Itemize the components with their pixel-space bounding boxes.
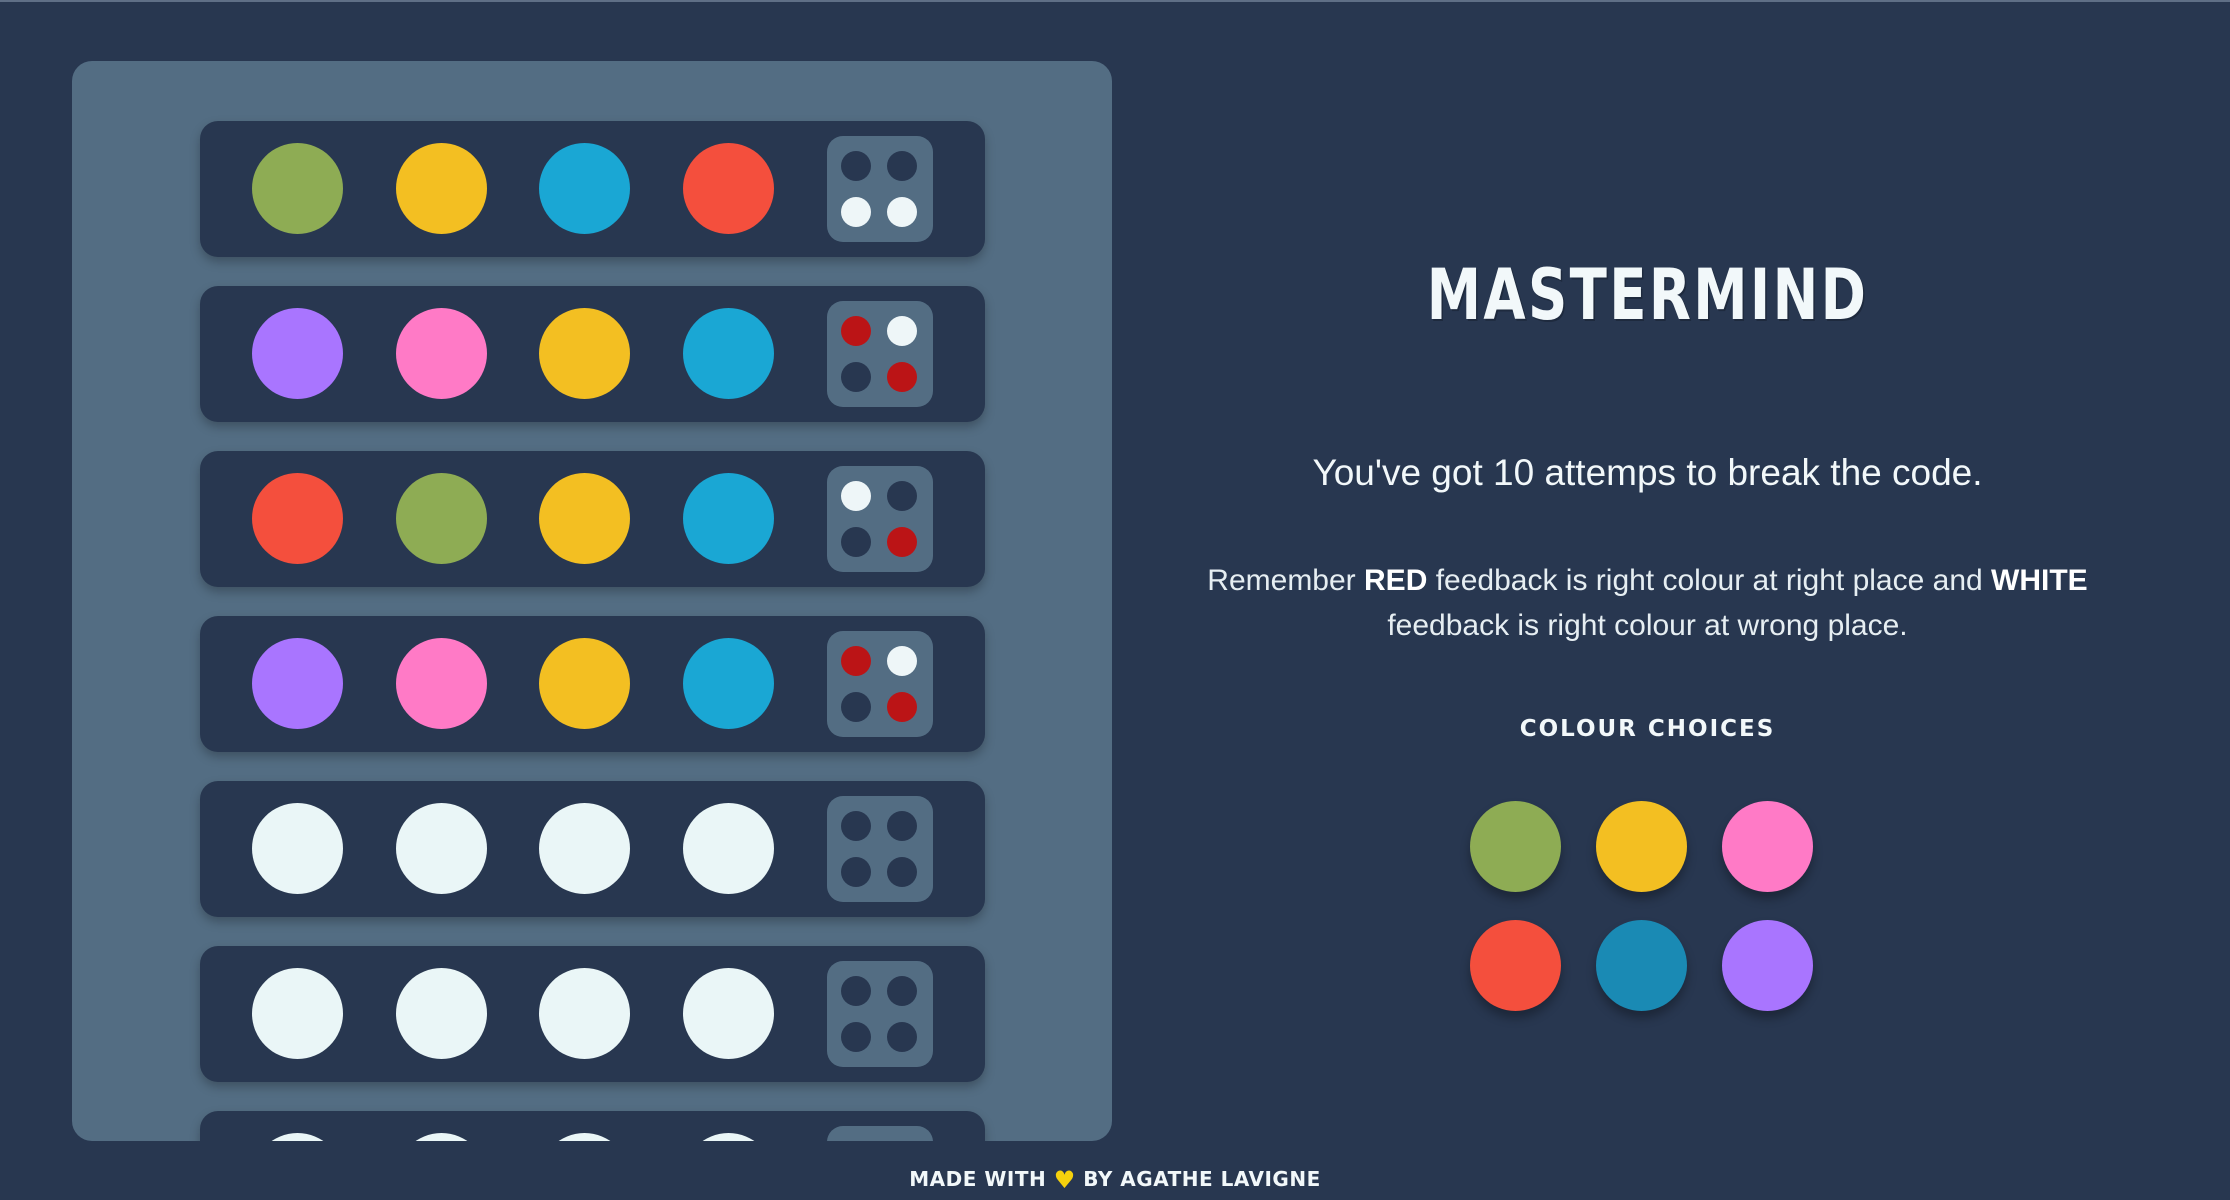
code-peg-green [252,143,343,234]
game-board [72,61,1112,1141]
feedback-peg-empty [841,151,871,181]
feedback-box [827,796,933,902]
feedback-box [827,1126,933,1141]
footer-prefix: MADE WITH [909,1167,1047,1191]
feedback-peg-red [887,362,917,392]
feedback-box [827,136,933,242]
rules-red: RED [1364,564,1428,597]
empty-peg-slot[interactable] [396,1133,487,1141]
attempts-text: You've got 10 attemps to break the code. [1312,452,1983,493]
colour-choices-heading: COLOUR CHOICES [1519,716,1776,742]
feedback-peg-white [841,197,871,227]
feedback-peg-red [887,692,917,722]
footer-suffix: BY AGATHE LAVIGNE [1083,1167,1321,1191]
feedback-peg-red [841,316,871,346]
empty-peg-slot[interactable] [683,968,774,1059]
feedback-peg-white [841,481,871,511]
colour-choice-green[interactable] [1470,801,1561,892]
colour-choice-pink[interactable] [1722,801,1813,892]
colour-choice-yellow[interactable] [1596,801,1687,892]
game-title: MASTERMIND [1426,254,1869,336]
attempt-row [200,616,985,752]
empty-peg-slot[interactable] [396,803,487,894]
feedback-peg-white [887,316,917,346]
attempt-row [200,1111,985,1141]
feedback-peg-empty [887,1022,917,1052]
code-peg-yellow [539,473,630,564]
feedback-peg-red [841,646,871,676]
feedback-peg-empty [887,151,917,181]
code-peg-red [683,143,774,234]
feedback-peg-empty [887,811,917,841]
empty-peg-slot[interactable] [252,803,343,894]
rules-white: WHITE [1991,564,2088,597]
code-peg-yellow [396,143,487,234]
feedback-peg-empty [841,527,871,557]
feedback-peg-empty [887,857,917,887]
colour-choice-purple[interactable] [1722,920,1813,1011]
code-peg-blue [683,473,774,564]
code-peg-blue [539,143,630,234]
feedback-box [827,631,933,737]
code-peg-red [252,473,343,564]
attempt-row [200,781,985,917]
code-peg-pink [396,308,487,399]
code-peg-green [396,473,487,564]
empty-peg-slot[interactable] [539,1133,630,1141]
empty-peg-slot[interactable] [539,968,630,1059]
empty-peg-slot[interactable] [683,803,774,894]
feedback-box [827,466,933,572]
rules-text: Remember RED feedback is right colour at… [1180,558,2115,648]
feedback-peg-white [887,646,917,676]
feedback-peg-empty [887,976,917,1006]
code-peg-purple [252,308,343,399]
rules-suffix: feedback is right colour at wrong place. [1387,609,1908,642]
empty-peg-slot[interactable] [539,803,630,894]
rules-prefix: Remember [1207,564,1365,597]
feedback-peg-empty [841,976,871,1006]
code-peg-blue [683,308,774,399]
feedback-peg-empty [841,857,871,887]
code-peg-pink [396,638,487,729]
code-peg-purple [252,638,343,729]
empty-peg-slot[interactable] [252,968,343,1059]
attempt-row [200,946,985,1082]
feedback-box [827,961,933,1067]
attempt-row [200,121,985,257]
footer: MADE WITH ♥ BY AGATHE LAVIGNE [0,1166,2230,1194]
feedback-peg-empty [841,692,871,722]
rules-mid: feedback is right colour at right place … [1427,564,1992,597]
feedback-peg-red [887,527,917,557]
feedback-peg-empty [841,1022,871,1052]
code-peg-blue [683,638,774,729]
feedback-peg-white [887,197,917,227]
code-peg-yellow [539,308,630,399]
feedback-box [827,301,933,407]
empty-peg-slot[interactable] [396,968,487,1059]
colour-choice-red[interactable] [1470,920,1561,1011]
info-panel: MASTERMIND You've got 10 attemps to brea… [1180,0,2115,1140]
attempt-row [200,451,985,587]
empty-peg-slot[interactable] [683,1133,774,1141]
feedback-peg-empty [887,481,917,511]
heart-icon: ♥ [1053,1166,1076,1194]
attempt-row [200,286,985,422]
feedback-peg-empty [841,362,871,392]
empty-peg-slot[interactable] [252,1133,343,1141]
colour-choice-blue[interactable] [1596,920,1687,1011]
feedback-peg-empty [841,811,871,841]
code-peg-yellow [539,638,630,729]
